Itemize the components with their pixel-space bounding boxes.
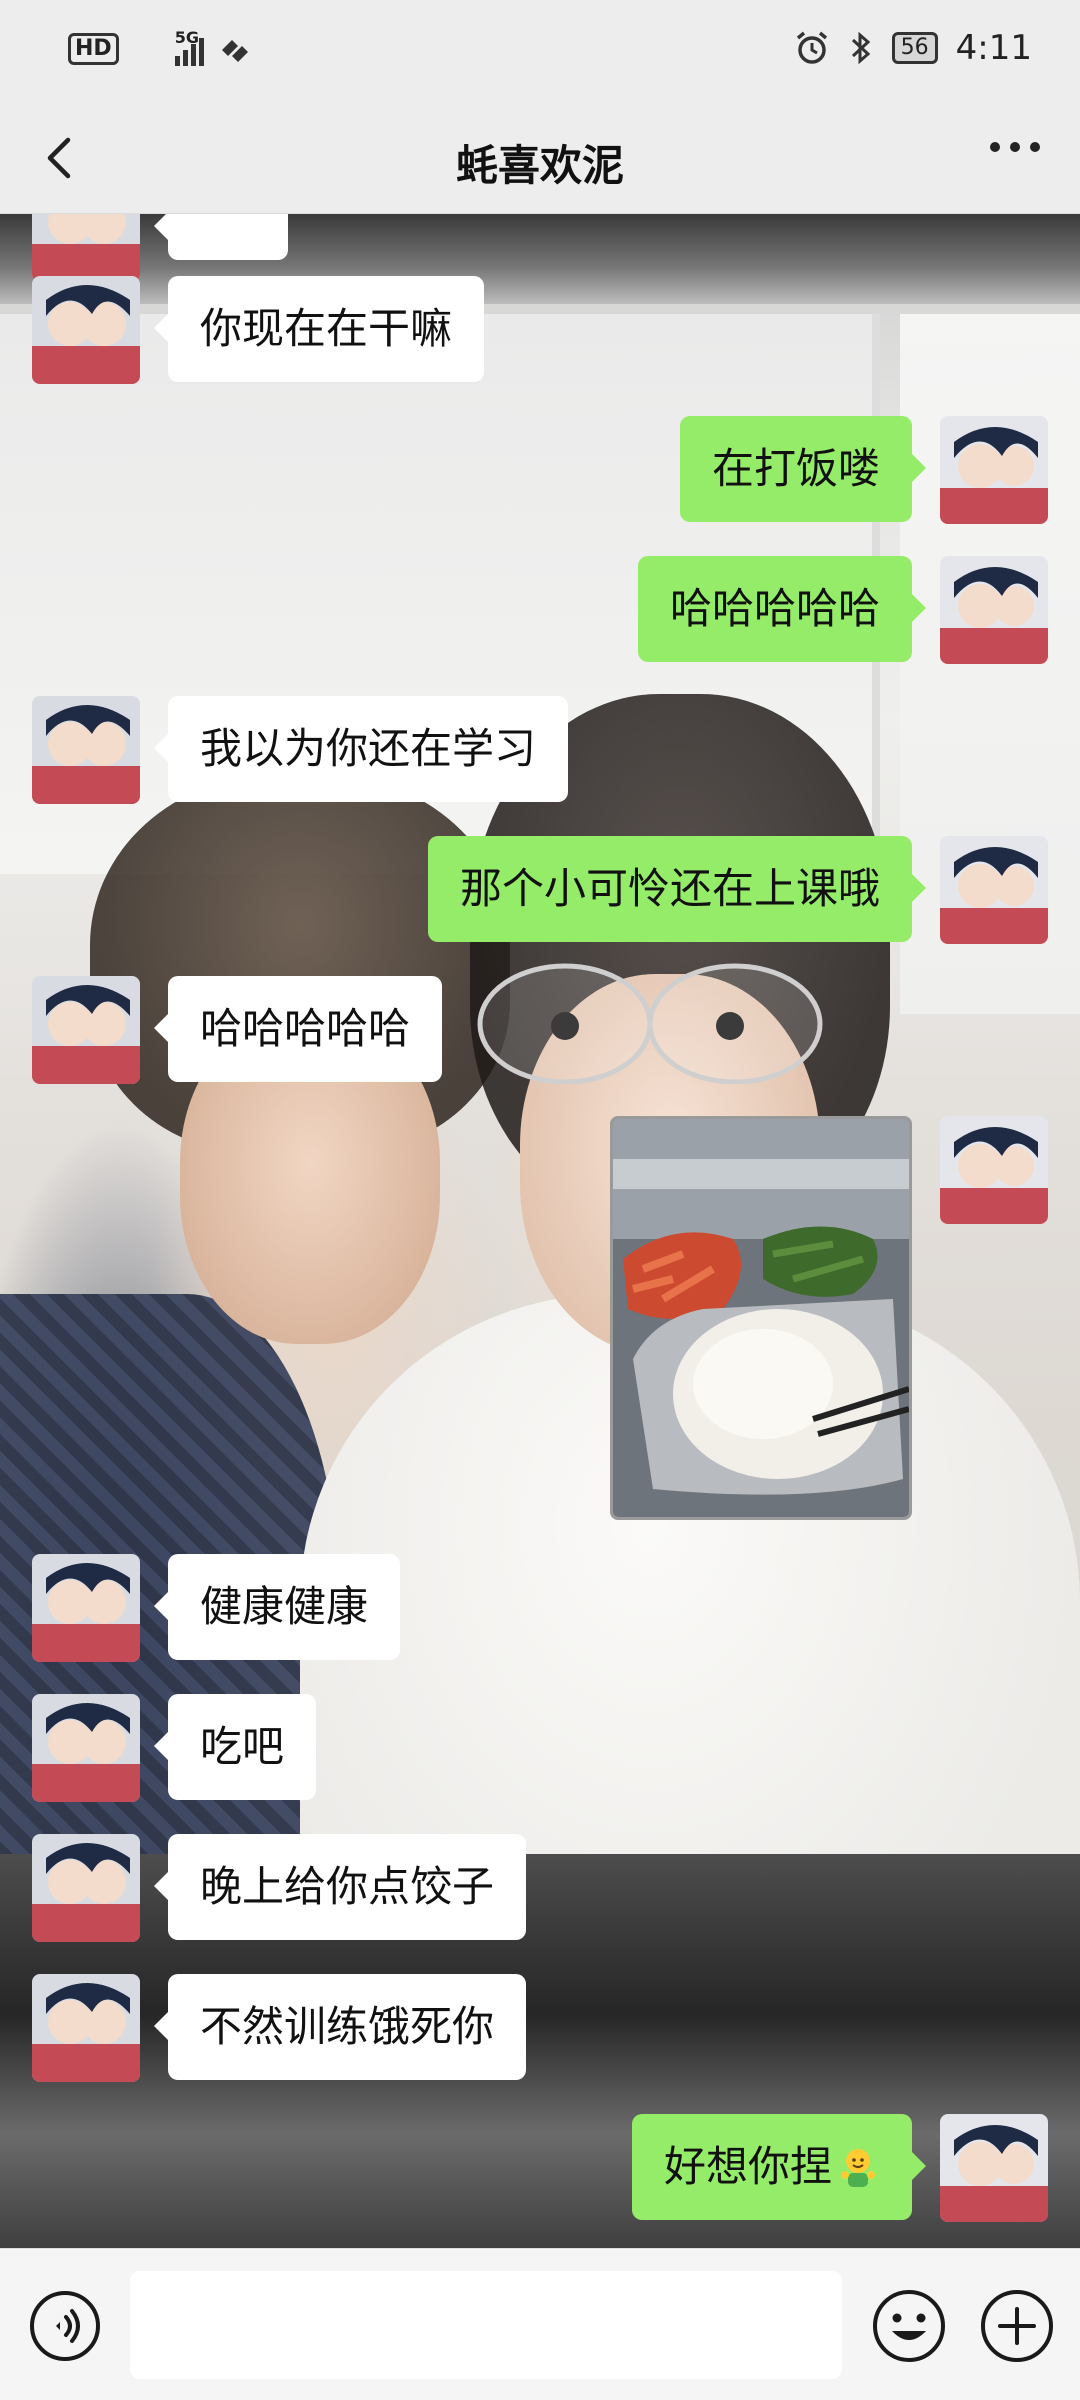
avatar[interactable] bbox=[940, 836, 1048, 944]
avatar[interactable] bbox=[32, 276, 140, 384]
message-row: 健康健康 bbox=[32, 1554, 401, 1662]
message-row: 你现在在干嘛 bbox=[32, 276, 485, 384]
message-row-partial bbox=[32, 214, 288, 282]
message-text: 好想你捏 bbox=[663, 2142, 832, 2191]
avatar[interactable] bbox=[32, 976, 140, 1084]
bluetooth-icon bbox=[851, 31, 870, 65]
message-bubble[interactable]: 不然训练饿死你 bbox=[153, 1974, 527, 2080]
avatar[interactable] bbox=[32, 1554, 140, 1662]
message-bubble[interactable]: 那个小可怜还在上课哦 bbox=[427, 836, 927, 942]
avatar[interactable] bbox=[940, 416, 1048, 524]
plus-icon[interactable] bbox=[978, 2287, 1056, 2365]
hug-emoji-icon bbox=[841, 2149, 875, 2187]
smile-icon[interactable] bbox=[870, 2287, 948, 2365]
avatar[interactable] bbox=[940, 2114, 1048, 2222]
chat-header: 蚝喜欢泥 bbox=[0, 102, 1080, 214]
chat-message-list[interactable]: 你现在在干嘛 在打饭喽 哈哈哈哈哈 我以为你还在学习 那个小可怜还在上课哦 哈哈… bbox=[0, 214, 1080, 2248]
battery-indicator: 56 bbox=[891, 32, 938, 64]
message-bubble[interactable]: 晚上给你点饺子 bbox=[153, 1834, 527, 1940]
avatar[interactable] bbox=[940, 556, 1048, 664]
data-saver-icon bbox=[221, 40, 248, 62]
chat-title: 蚝喜欢泥 bbox=[455, 141, 624, 190]
message-row: 在打饭喽 bbox=[679, 416, 1048, 524]
message-row: 哈哈哈哈哈 bbox=[637, 556, 1048, 664]
food-tray-photo-icon bbox=[613, 1119, 909, 1517]
message-bubble[interactable]: 好想你捏 bbox=[631, 2114, 927, 2220]
message-row: 我以为你还在学习 bbox=[32, 696, 569, 804]
status-right: 56 4:11 bbox=[794, 28, 1032, 68]
message-bubble[interactable]: 你现在在干嘛 bbox=[153, 276, 485, 382]
input-bar bbox=[0, 2248, 1080, 2400]
alarm-icon bbox=[796, 31, 827, 64]
message-bubble[interactable] bbox=[154, 214, 288, 260]
voice-icon[interactable] bbox=[28, 2289, 102, 2363]
message-row: 晚上给你点饺子 bbox=[32, 1834, 527, 1942]
avatar[interactable] bbox=[32, 1694, 140, 1802]
avatar[interactable] bbox=[32, 1974, 140, 2082]
hd-badge: HD bbox=[68, 33, 119, 65]
message-row bbox=[610, 1116, 1048, 1520]
avatar[interactable] bbox=[32, 696, 140, 804]
message-bubble[interactable]: 哈哈哈哈哈 bbox=[153, 976, 443, 1082]
message-bubble[interactable]: 在打饭喽 bbox=[679, 416, 927, 522]
more-dots-icon[interactable] bbox=[990, 142, 1040, 152]
clock: 4:11 bbox=[955, 28, 1032, 68]
message-row: 那个小可怜还在上课哦 bbox=[427, 836, 1048, 944]
message-bubble[interactable]: 吃吧 bbox=[153, 1694, 317, 1800]
avatar[interactable] bbox=[940, 1116, 1048, 1224]
network-label: 5G bbox=[174, 28, 199, 47]
status-left: HD 5G bbox=[68, 28, 252, 66]
message-bubble[interactable]: 健康健康 bbox=[153, 1554, 401, 1660]
status-bar: HD 5G 56 4:11 bbox=[0, 0, 1080, 102]
message-input[interactable] bbox=[130, 2271, 842, 2379]
message-bubble[interactable]: 哈哈哈哈哈 bbox=[637, 556, 927, 662]
message-row: 吃吧 bbox=[32, 1694, 317, 1802]
message-bubble[interactable]: 我以为你还在学习 bbox=[153, 696, 569, 802]
avatar[interactable] bbox=[32, 214, 140, 282]
image-message[interactable] bbox=[610, 1116, 912, 1520]
message-row: 哈哈哈哈哈 bbox=[32, 976, 443, 1084]
signal-group: 5G bbox=[133, 28, 204, 66]
avatar[interactable] bbox=[32, 1834, 140, 1942]
message-row: 不然训练饿死你 bbox=[32, 1974, 527, 2082]
message-row: 好想你捏 bbox=[631, 2114, 1048, 2222]
